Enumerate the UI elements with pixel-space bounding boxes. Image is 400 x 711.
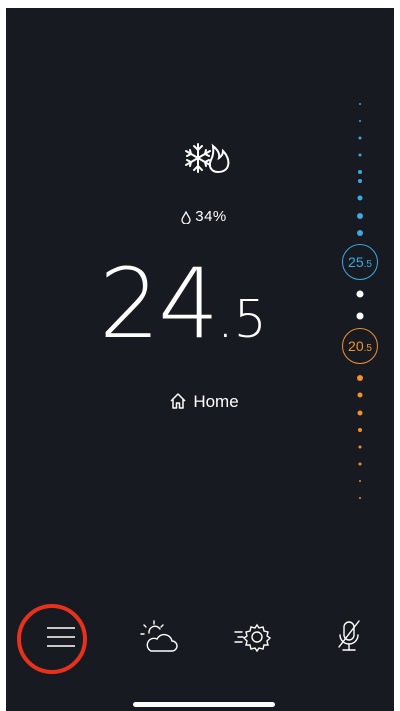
humidity-value: 34% [195, 208, 227, 225]
scale-dot [358, 428, 362, 432]
location-label: Home [193, 392, 239, 411]
weather-button[interactable] [134, 612, 184, 662]
scale-dot [357, 230, 363, 236]
cool-setpoint-int: 25 [348, 254, 364, 270]
microphone-off-icon [338, 620, 360, 651]
scale-dot [357, 195, 363, 201]
scale-dot [358, 462, 362, 466]
scale-dot [356, 290, 364, 298]
scale-dot [359, 103, 361, 105]
temperature-decimal: .5 [217, 290, 267, 350]
scale-dot [356, 312, 364, 320]
scale-dot [357, 410, 363, 416]
droplet-icon [181, 210, 191, 224]
setpoint-scale[interactable]: 25.5 20.5 [342, 103, 386, 514]
fast-settings-button[interactable] [228, 612, 278, 662]
scale-dot [358, 153, 362, 157]
snowflake-flame-icon [185, 143, 230, 174]
scale-dot [357, 213, 363, 219]
heat-setpoint[interactable]: 20.5 [342, 328, 378, 364]
scale-dot [358, 445, 362, 449]
scale-dot [357, 375, 363, 381]
temperature-integer: 24 [99, 248, 219, 360]
weather-icon [140, 620, 178, 652]
heat-setpoint-int: 20 [348, 338, 364, 354]
cool-setpoint[interactable]: 25.5 [342, 244, 378, 280]
location-selector[interactable]: Home [6, 392, 394, 412]
cool-setpoint-dec: .5 [363, 258, 372, 270]
humidity-readout: 34% [6, 208, 394, 225]
scale-dot [359, 480, 361, 482]
home-indicator-bar[interactable] [133, 702, 275, 707]
scale-dot [358, 136, 362, 140]
scale-dot [359, 497, 361, 499]
scale-dot [358, 179, 362, 183]
scale-dot [358, 170, 362, 174]
menu-highlight-circle [17, 604, 87, 674]
fast-settings-icon [234, 623, 272, 653]
scale-dot [359, 120, 361, 122]
voice-button[interactable] [324, 612, 374, 662]
home-icon [170, 393, 186, 409]
heat-setpoint-dec: .5 [363, 342, 372, 354]
scale-dot [357, 392, 363, 398]
current-temperature: 24.5 [99, 248, 267, 360]
